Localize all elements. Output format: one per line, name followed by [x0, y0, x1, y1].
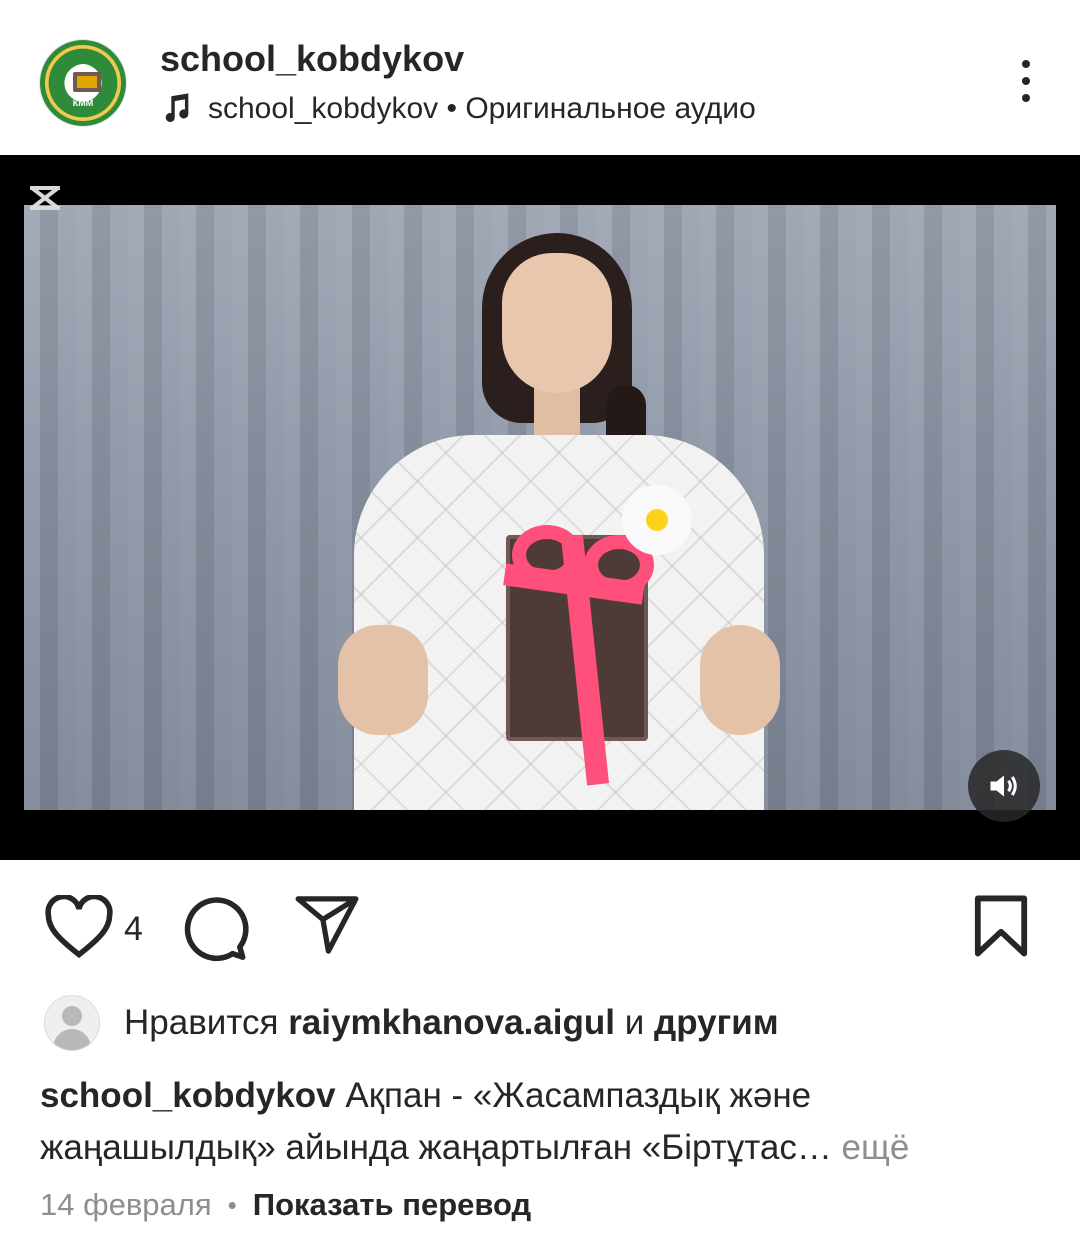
liked-by-prefix: Нравится: [124, 1003, 279, 1042]
avatar-label: КММ: [72, 98, 94, 108]
video-bow-left: [512, 525, 582, 585]
audio-text: school_kobdykov • Оригинальное аудио: [208, 92, 756, 125]
profile-avatar[interactable]: КММ: [40, 40, 126, 126]
like-heart-icon[interactable]: [44, 895, 114, 959]
liked-by-others[interactable]: другим: [654, 1003, 779, 1043]
liked-by-row[interactable]: Нравится raiymkhanova.aigul и другим: [44, 995, 779, 1051]
liked-by-middle: и: [624, 1003, 645, 1042]
post-username[interactable]: school_kobdykov: [160, 38, 464, 80]
post-meta: 14 февраля • Показать перевод: [40, 1187, 531, 1223]
show-translation-link[interactable]: Показать перевод: [253, 1187, 531, 1223]
post-caption: school_kobdykov Ақпан - «Жасампаздық жән…: [40, 1070, 1050, 1174]
audio-link[interactable]: school_kobdykov • Оригинальное аудио: [160, 92, 756, 126]
caption-more-link[interactable]: ещё: [832, 1128, 910, 1167]
video-subject-arm-left: [338, 625, 428, 735]
sound-toggle-button[interactable]: [968, 750, 1040, 822]
avatar-book-icon: [73, 72, 101, 92]
reel-video[interactable]: [0, 155, 1080, 860]
video-subject-face: [502, 253, 612, 393]
music-note-icon: [165, 93, 189, 123]
comment-icon[interactable]: [180, 893, 250, 963]
liker-avatar: [44, 995, 100, 1051]
bookmark-icon[interactable]: [972, 894, 1030, 958]
caption-username[interactable]: school_kobdykov: [40, 1076, 336, 1115]
meta-separator: •: [227, 1189, 237, 1220]
liker-username[interactable]: raiymkhanova.aigul: [288, 1003, 615, 1043]
likes-count[interactable]: 4: [124, 910, 143, 949]
capcut-logo-icon: [30, 186, 60, 210]
more-options-icon[interactable]: [1016, 60, 1036, 106]
video-flower: [622, 485, 692, 555]
video-frame: [24, 205, 1056, 810]
speaker-icon: [990, 775, 1017, 797]
video-subject-arm-right: [700, 625, 780, 735]
share-icon[interactable]: [294, 894, 360, 956]
post-date: 14 февраля: [40, 1187, 212, 1222]
